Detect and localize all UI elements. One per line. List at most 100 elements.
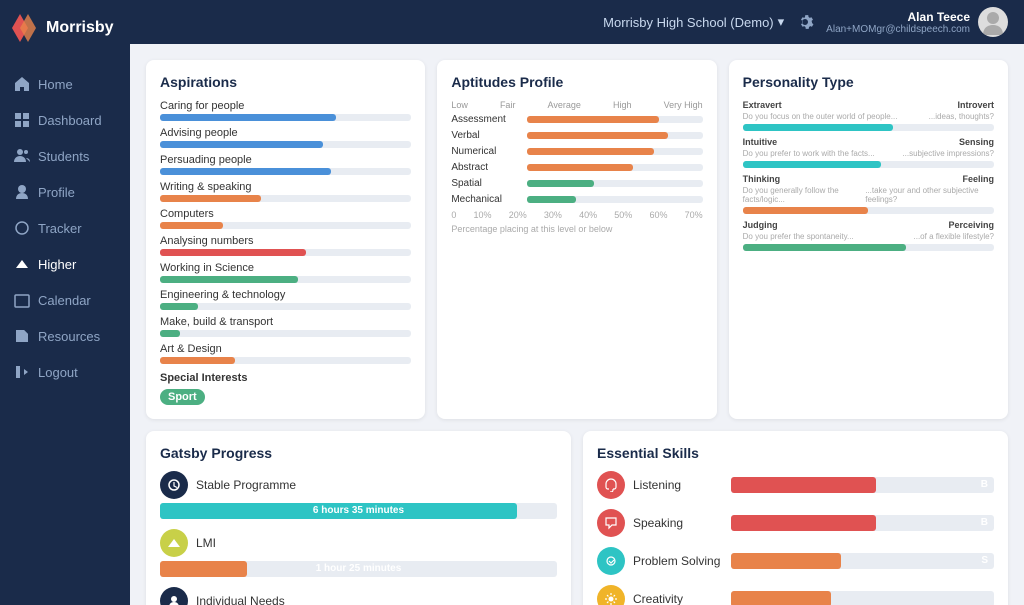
sidebar-item-dashboard[interactable]: Dashboard (0, 102, 130, 138)
personality-header: Extravert Introvert (743, 100, 994, 110)
skill-item: Speaking B (597, 509, 994, 537)
sidebar-item-label: Calendar (38, 293, 91, 308)
aspiration-label: Analysing numbers (160, 235, 411, 247)
personality-thinking-header: Thinking Feeling (743, 174, 994, 184)
listening-icon (597, 471, 625, 499)
aspiration-item: Advising people (160, 127, 411, 148)
skill-label: Speaking (633, 516, 723, 530)
resources-icon (14, 328, 30, 344)
aptitude-row: Numerical (451, 146, 702, 157)
calendar-icon (14, 292, 30, 308)
skill-label: Creativity (633, 592, 723, 605)
gatsby-lmi-time: 1 hour 25 minutes (160, 561, 557, 577)
sidebar-item-logout[interactable]: Logout (0, 354, 130, 390)
gatsby-item: Stable Programme 6 hours 35 minutes (160, 471, 557, 519)
gatsby-individual-icon (160, 587, 188, 605)
sidebar-item-higher[interactable]: Higher (0, 246, 130, 282)
gatsby-stable-label: Stable Programme (196, 478, 296, 492)
aspiration-label: Computers (160, 208, 411, 220)
aspirations-card: Aspirations Caring for people Advising p… (146, 60, 425, 419)
axis-footnote: Percentage placing at this level or belo… (451, 224, 702, 234)
topbar: Morrisby High School (Demo) ▾ Alan Teece… (130, 0, 1024, 44)
aspiration-label: Caring for people (160, 100, 411, 112)
aspiration-label: Writing & speaking (160, 181, 411, 193)
personality-card: Personality Type Extravert Introvert Do … (729, 60, 1008, 419)
sidebar-item-profile[interactable]: Profile (0, 174, 130, 210)
gatsby-lmi-label: LMI (196, 536, 216, 550)
logout-icon (14, 364, 30, 380)
sidebar-item-label: Home (38, 77, 73, 92)
skill-label: Problem Solving (633, 554, 723, 568)
sidebar-nav: Home Dashboard Students Profile Tracker … (0, 56, 130, 605)
sidebar-item-students[interactable]: Students (0, 138, 130, 174)
sidebar-item-calendar[interactable]: Calendar (0, 282, 130, 318)
gatsby-individual-label: Individual Needs (196, 594, 285, 605)
aspiration-item: Persuading people (160, 154, 411, 175)
aspiration-item: Computers (160, 208, 411, 229)
aptitude-label: Assessment (451, 114, 521, 125)
gatsby-item: LMI 1 hour 25 minutes (160, 529, 557, 577)
bottom-cards: Gatsby Progress Stable Programme 6 hours… (146, 431, 1008, 605)
skill-item: Problem Solving S (597, 547, 994, 575)
morrisby-logo-icon (12, 14, 40, 42)
aspiration-item: Caring for people (160, 100, 411, 121)
content-area: Aspirations Caring for people Advising p… (130, 44, 1024, 605)
aptitude-row: Verbal (451, 130, 702, 141)
school-name: Morrisby High School (Demo) (603, 15, 774, 30)
students-icon (14, 148, 30, 164)
special-interests-label: Special Interests (160, 372, 411, 384)
sport-badge: Sport (160, 389, 205, 405)
aptitude-row: Assessment (451, 114, 702, 125)
skill-item: Creativity (597, 585, 994, 605)
sidebar-item-label: Dashboard (38, 113, 102, 128)
sidebar-item-home[interactable]: Home (0, 66, 130, 102)
dashboard-icon (14, 112, 30, 128)
aspiration-item: Writing & speaking (160, 181, 411, 202)
aspiration-label: Persuading people (160, 154, 411, 166)
axis-labels: 0 10% 20% 30% 40% 50% 60% 70% (451, 210, 702, 220)
aspiration-label: Advising people (160, 127, 411, 139)
logo: Morrisby (0, 0, 130, 56)
sidebar-item-label: Higher (38, 257, 76, 272)
user-text: Alan Teece Alan+MOMgr@childspeech.com (826, 10, 970, 35)
skill-rating: B (981, 515, 988, 531)
profile-icon (14, 184, 30, 200)
aptitudes-card: Aptitudes Profile Low Fair Average High … (437, 60, 716, 419)
aptitude-row: Spatial (451, 178, 702, 189)
aptitude-row: Mechanical (451, 194, 702, 205)
aspiration-item: Working in Science (160, 262, 411, 283)
aspiration-item: Art & Design (160, 343, 411, 364)
sidebar: Morrisby Home Dashboard Students Profile… (0, 0, 130, 605)
aptitude-label: Spatial (451, 178, 521, 189)
aptitude-label: Verbal (451, 130, 521, 141)
aspiration-item: Analysing numbers (160, 235, 411, 256)
user-name: Alan Teece (826, 10, 970, 24)
aspiration-label: Working in Science (160, 262, 411, 274)
higher-icon (14, 256, 30, 272)
sidebar-item-label: Logout (38, 365, 78, 380)
skills-title: Essential Skills (597, 445, 994, 461)
personality-judging-header: Judging Perceiving (743, 220, 994, 230)
aptitude-label: Abstract (451, 162, 521, 173)
user-info: Alan Teece Alan+MOMgr@childspeech.com (826, 7, 1008, 37)
gear-icon[interactable] (796, 13, 814, 31)
gatsby-card: Gatsby Progress Stable Programme 6 hours… (146, 431, 571, 605)
aptitude-header: Low Fair Average High Very High (451, 100, 702, 110)
personality-intuitive-header: Intuitive Sensing (743, 137, 994, 147)
user-email: Alan+MOMgr@childspeech.com (826, 24, 970, 35)
sidebar-item-tracker[interactable]: Tracker (0, 210, 130, 246)
sidebar-item-label: Tracker (38, 221, 82, 236)
problem-solving-icon (597, 547, 625, 575)
skill-rating: S (981, 553, 988, 569)
gatsby-item: Individual Needs 6 hours 35 minutes (160, 587, 557, 605)
sidebar-item-resources[interactable]: Resources (0, 318, 130, 354)
aspiration-label: Make, build & transport (160, 316, 411, 328)
sidebar-item-label: Profile (38, 185, 75, 200)
aspirations-title: Aspirations (160, 74, 411, 90)
gatsby-stable-icon (160, 471, 188, 499)
school-selector[interactable]: Morrisby High School (Demo) ▾ (603, 14, 784, 30)
aptitude-label: Numerical (451, 146, 521, 157)
tracker-icon (14, 220, 30, 236)
aspiration-item: Make, build & transport (160, 316, 411, 337)
skill-rating: B (981, 477, 988, 493)
